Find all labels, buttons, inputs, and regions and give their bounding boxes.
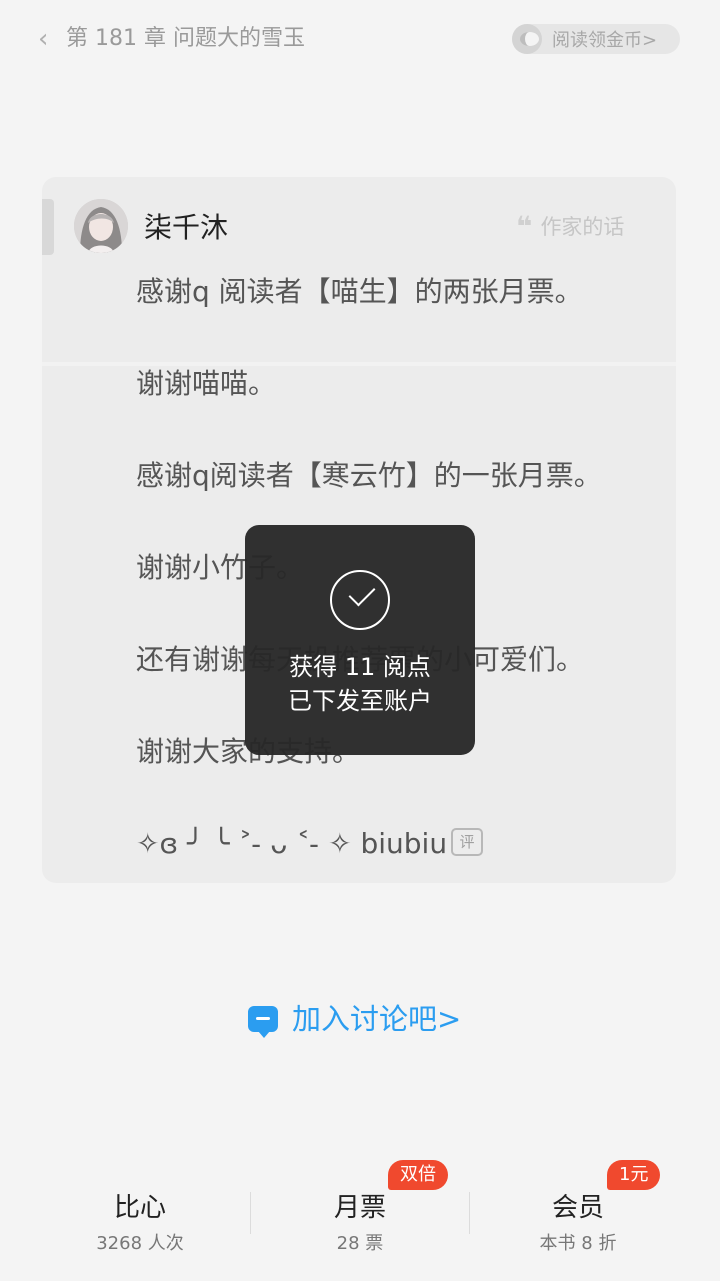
join-discussion-link[interactable]: 加入讨论吧> bbox=[248, 998, 461, 1040]
coin-timer-icon bbox=[512, 24, 542, 54]
author-name[interactable]: 柒千沐 bbox=[144, 208, 228, 248]
toast-line-2: 已下发至账户 bbox=[288, 687, 432, 715]
double-badge: 双倍 bbox=[388, 1160, 448, 1190]
like-heart-button[interactable]: 比心 3268 人次 bbox=[40, 1188, 240, 1258]
bb-sub: 3268 人次 bbox=[96, 1233, 184, 1254]
quote-icon: ❝ bbox=[516, 210, 533, 243]
chevron-left-icon[interactable]: ‹ bbox=[38, 24, 58, 54]
join-discussion-label: 加入讨论吧> bbox=[292, 1002, 462, 1036]
reader-page: ‹ 第 181 章 问题大的雪玉 阅读领金币> 柒千沐 ❝ 作家的话 感谢q 阅… bbox=[0, 0, 720, 1281]
chat-bubble-icon bbox=[248, 1006, 278, 1038]
reader-header: ‹ 第 181 章 问题大的雪玉 阅读领金币> bbox=[0, 0, 720, 80]
bb-divider bbox=[250, 1192, 251, 1234]
note-line-text: ✧ɞ ╯ ╰ ˃ ̵ ᴗ ˂ ̵ ✧ biubiu bbox=[136, 827, 448, 860]
note-line: 谢谢喵喵。 bbox=[136, 367, 277, 400]
coin-button-label: 阅读领金币> bbox=[552, 30, 658, 51]
bb-title: 比心 bbox=[113, 1193, 166, 1223]
bb-sub: 本书 8 折 bbox=[539, 1233, 617, 1254]
read-earn-coins-button[interactable]: 阅读领金币> bbox=[512, 24, 680, 54]
bb-title: 月票 bbox=[333, 1193, 386, 1223]
reward-toast: 获得 11 阅点 已下发至账户 bbox=[245, 525, 475, 755]
bb-sub: 28 票 bbox=[336, 1233, 384, 1254]
bb-title: 会员 bbox=[551, 1193, 604, 1223]
monthly-ticket-button[interactable]: 月票 28 票 bbox=[260, 1188, 460, 1258]
note-line: 感谢q 阅读者【喵生】的两张月票。 bbox=[136, 275, 583, 308]
chapter-title[interactable]: 第 181 章 问题大的雪玉 bbox=[66, 22, 305, 56]
bb-divider bbox=[469, 1192, 470, 1234]
membership-button[interactable]: 会员 本书 8 折 bbox=[478, 1188, 678, 1258]
comment-icon[interactable]: 评 bbox=[451, 828, 484, 856]
note-line: 感谢q阅读者【寒云竹】的一张月票。 bbox=[136, 459, 602, 492]
author-avatar[interactable] bbox=[74, 199, 128, 253]
note-line-last: ✧ɞ ╯ ╰ ˃ ̵ ᴗ ˂ ̵ ✧ biubiu 评 bbox=[136, 824, 484, 864]
toast-line-1: 获得 11 阅点 bbox=[289, 653, 431, 681]
price-badge: 1元 bbox=[607, 1160, 661, 1190]
side-tab bbox=[42, 199, 54, 255]
author-note-badge: ❝ 作家的话 bbox=[516, 212, 624, 242]
check-circle-icon bbox=[330, 570, 390, 630]
bottom-action-bar: 比心 3268 人次 月票 28 票 双倍 会员 本书 8 折 1元 bbox=[0, 1160, 720, 1281]
author-note-label: 作家的话 bbox=[540, 215, 625, 239]
